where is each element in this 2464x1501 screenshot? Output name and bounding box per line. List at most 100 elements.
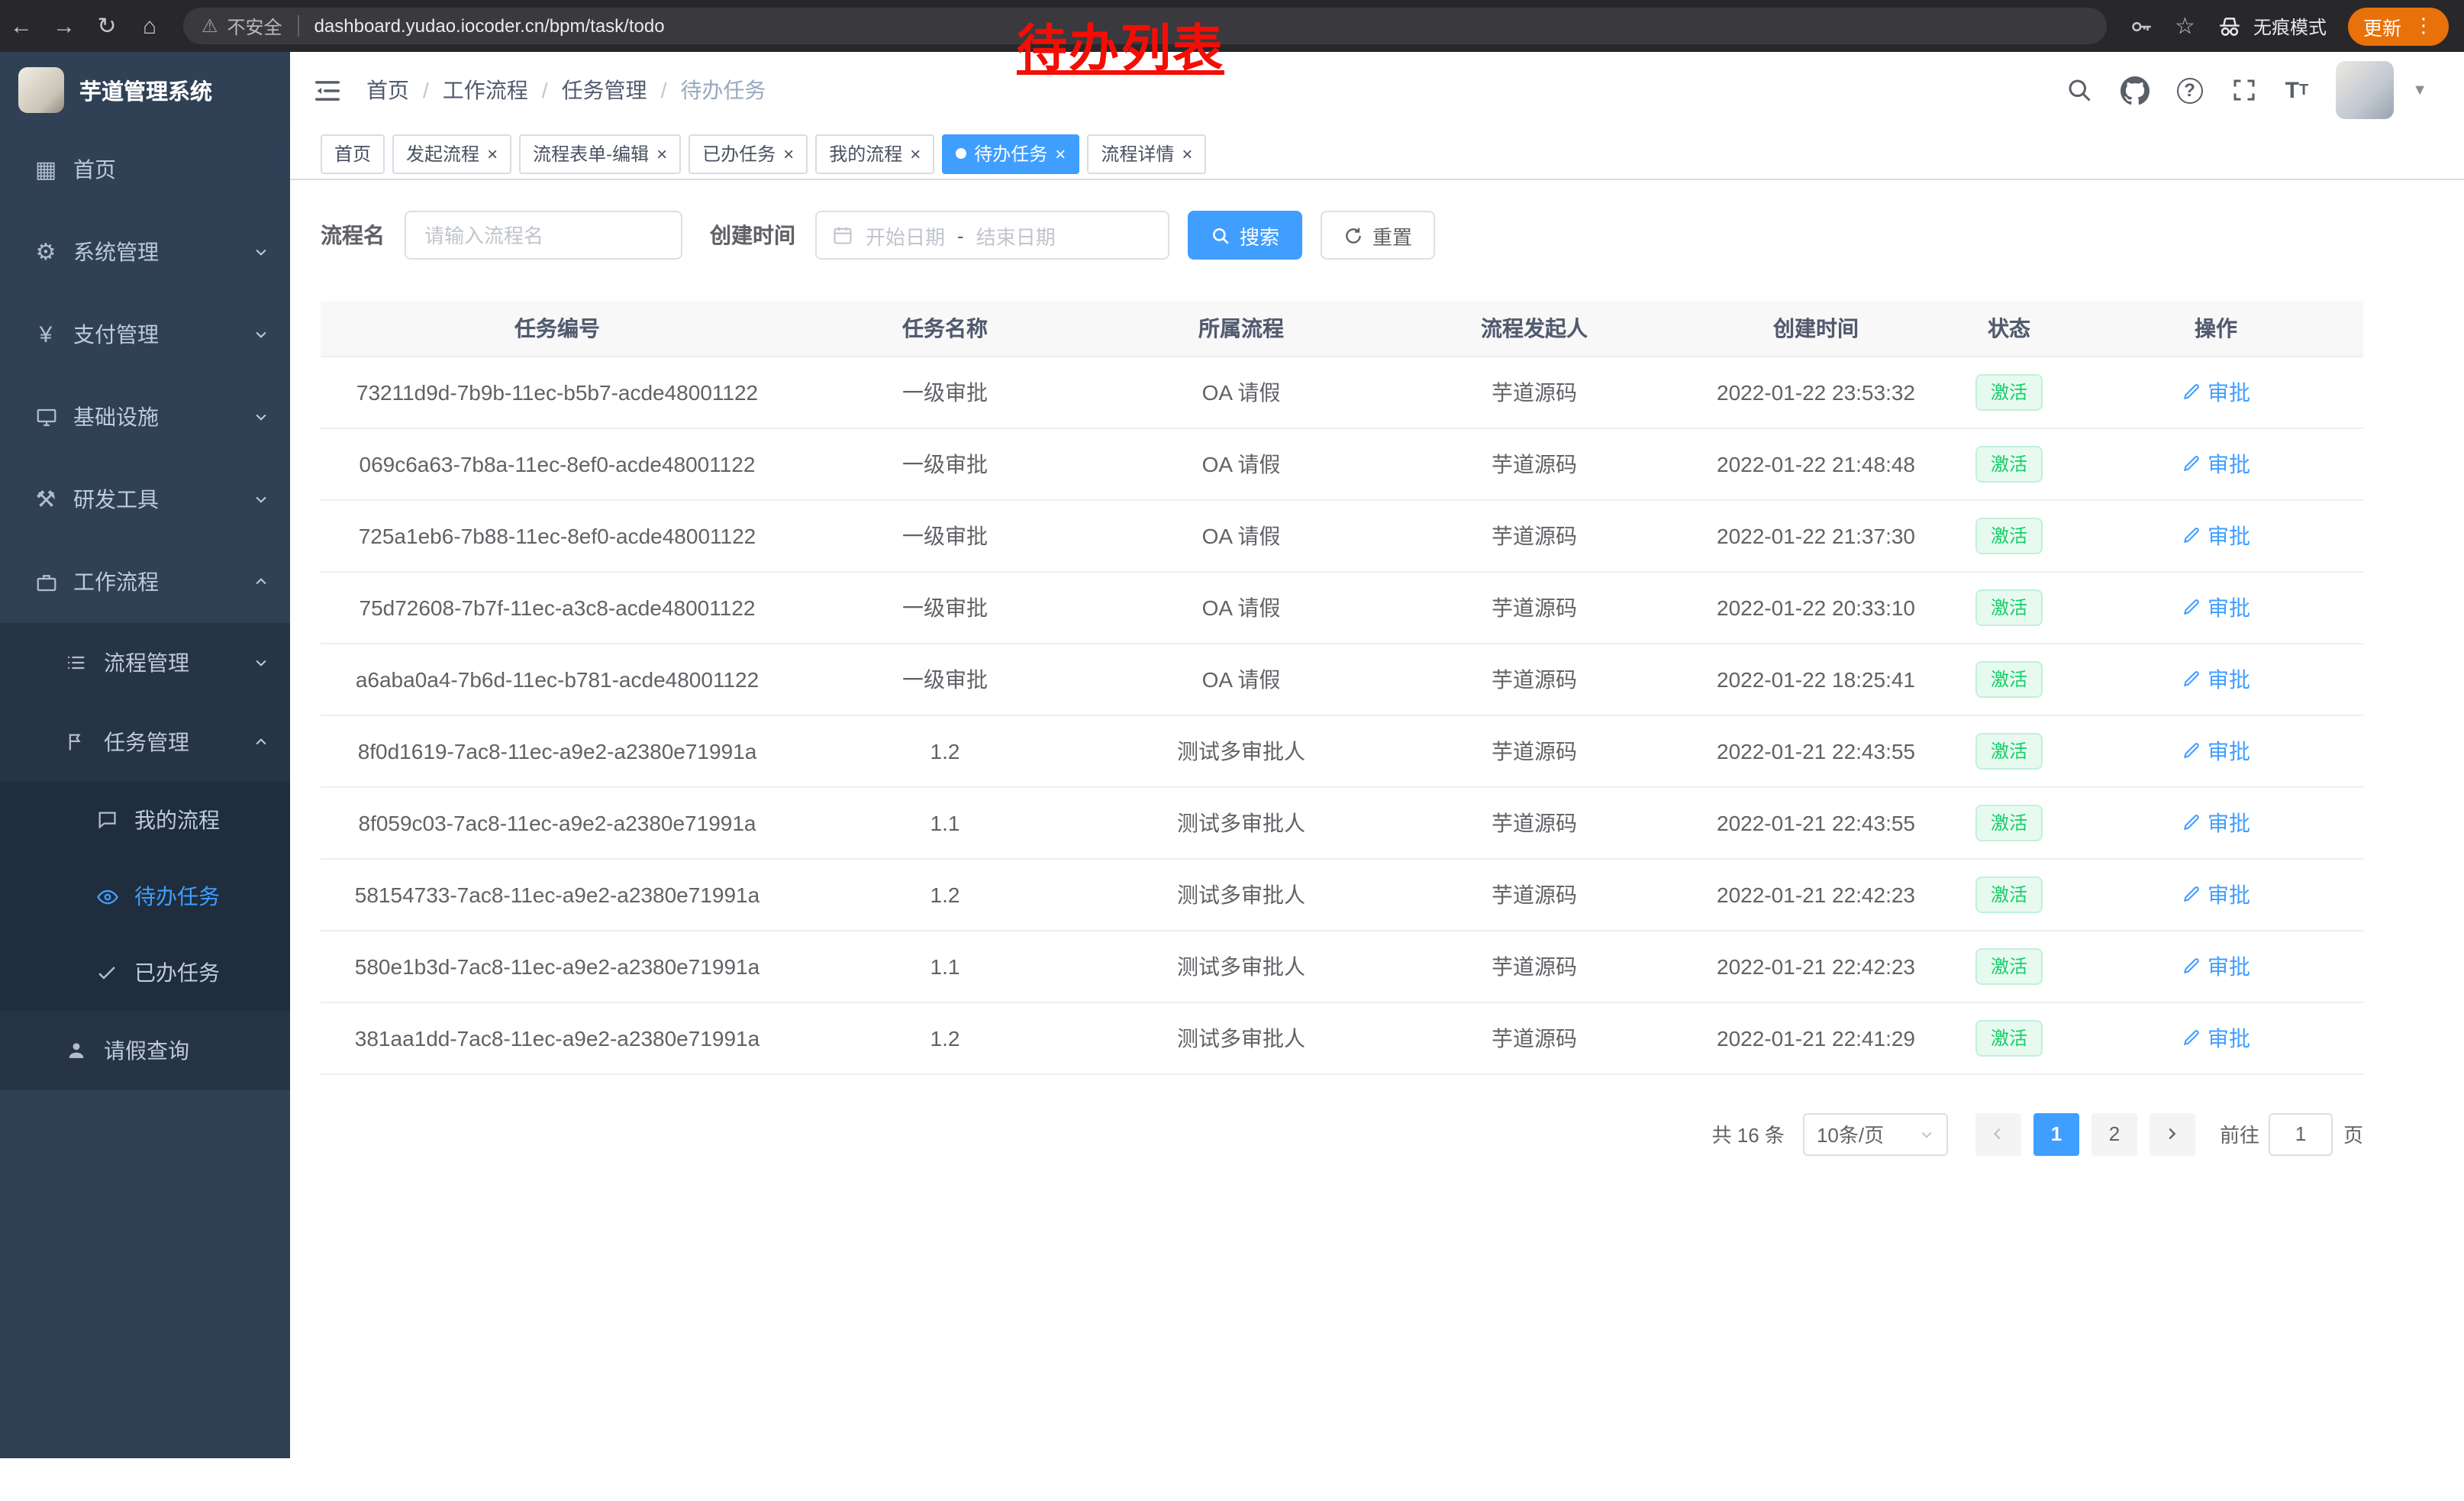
sidebar-item-leave-query[interactable]: 请假查询 [0, 1011, 290, 1090]
edit-icon [2182, 525, 2201, 545]
update-label: 更新 [2363, 11, 2401, 40]
incognito-label: 无痕模式 [2253, 13, 2327, 39]
table-row: 8f059c03-7ac8-11ec-a9e2-a2380e71991a1.1测… [321, 786, 2363, 858]
edit-icon [2182, 812, 2201, 832]
page-jump-input[interactable] [2269, 1112, 2333, 1155]
user-avatar[interactable] [2336, 61, 2394, 119]
sidebar-collapse-icon[interactable] [313, 76, 342, 105]
page-size-select[interactable]: 10条/页 [1803, 1112, 1948, 1155]
chevron-down-icon [253, 409, 269, 424]
dashboard-icon: ▦ [31, 156, 61, 183]
search-button[interactable]: 搜索 [1188, 211, 1302, 260]
chevron-right-icon [2164, 1125, 2181, 1142]
chrome-update-button[interactable]: 更新 ⋮ [2348, 7, 2449, 45]
home-button[interactable]: ⌂ [128, 13, 171, 39]
github-icon[interactable] [2121, 76, 2150, 105]
calendar-icon [832, 224, 853, 246]
bookmark-star-icon[interactable]: ☆ [2175, 12, 2195, 40]
close-icon[interactable]: × [1055, 144, 1066, 163]
page-button-1[interactable]: 1 [2033, 1112, 2079, 1155]
close-icon[interactable]: × [910, 144, 921, 163]
breadcrumb-workflow[interactable]: 工作流程 [443, 75, 528, 105]
approve-button[interactable]: 审批 [2182, 520, 2250, 550]
sidebar-item-task-management[interactable]: 任务管理 [0, 702, 290, 782]
chat-icon [92, 809, 122, 831]
tab-process-form-edit[interactable]: 流程表单-编辑 × [519, 134, 681, 173]
back-button[interactable]: ← [0, 13, 43, 39]
prev-page-button[interactable] [1975, 1112, 2021, 1155]
eye-icon [92, 885, 122, 908]
page-button-2[interactable]: 2 [2091, 1112, 2137, 1155]
edit-icon [2182, 597, 2201, 617]
tab-my-processes[interactable]: 我的流程 × [815, 134, 934, 173]
refresh-button[interactable]: ↻ [85, 12, 128, 40]
edit-icon [2182, 382, 2201, 402]
close-icon[interactable]: × [783, 144, 794, 163]
col-create-time: 创建时间 [1682, 301, 1950, 356]
annotation-overlay: 待办列表 [1017, 8, 1224, 81]
process-list-icon [61, 652, 92, 673]
tab-done-tasks[interactable]: 已办任务 × [689, 134, 808, 173]
approve-button[interactable]: 审批 [2182, 807, 2250, 838]
edit-icon [2182, 1028, 2201, 1047]
password-key-icon[interactable] [2127, 13, 2153, 39]
next-page-button[interactable] [2150, 1112, 2195, 1155]
payment-icon: ¥ [31, 321, 61, 347]
sidebar: 芋道管理系统 ▦ 首页 ⚙ 系统管理 ¥ 支付管理 基础设施 ⚒ 研发工具 [0, 52, 290, 1458]
sidebar-item-workflow[interactable]: 工作流程 [0, 541, 290, 623]
header-actions: ? TT ▼ [2066, 61, 2464, 119]
col-task-name: 任务名称 [794, 301, 1096, 356]
close-icon[interactable]: × [1182, 144, 1192, 163]
reset-button[interactable]: 重置 [1321, 211, 1435, 260]
font-size-icon[interactable]: TT [2285, 77, 2309, 103]
sidebar-item-infrastructure[interactable]: 基础设施 [0, 376, 290, 458]
edit-icon [2182, 741, 2201, 760]
status-badge: 激活 [1975, 660, 2043, 697]
close-icon[interactable]: × [487, 144, 498, 163]
user-icon [61, 1040, 92, 1061]
task-icon [61, 731, 92, 753]
sidebar-item-todo-tasks[interactable]: 待办任务 [0, 858, 290, 934]
date-range-picker[interactable]: 开始日期 - 结束日期 [815, 211, 1169, 260]
forward-button[interactable]: → [43, 13, 85, 39]
sidebar-item-devtools[interactable]: ⚒ 研发工具 [0, 458, 290, 541]
table-row: 580e1b3d-7ac8-11ec-a9e2-a2380e71991a1.1测… [321, 930, 2363, 1002]
chevron-down-icon [253, 244, 269, 260]
status-badge: 激活 [1975, 947, 2043, 984]
tab-start-process[interactable]: 发起流程 × [392, 134, 511, 173]
sidebar-item-home[interactable]: ▦ 首页 [0, 128, 290, 211]
approve-button[interactable]: 审批 [2182, 879, 2250, 909]
tab-home[interactable]: 首页 [321, 134, 385, 173]
chevron-down-icon [253, 492, 269, 507]
approve-button[interactable]: 审批 [2182, 951, 2250, 981]
avatar-caret-down-icon[interactable]: ▼ [2412, 82, 2427, 98]
process-name-input[interactable] [405, 211, 682, 260]
help-icon[interactable]: ? [2177, 77, 2203, 103]
approve-button[interactable]: 审批 [2182, 376, 2250, 407]
chevron-down-icon [253, 327, 269, 342]
tab-process-detail[interactable]: 流程详情 × [1087, 134, 1206, 173]
approve-button[interactable]: 审批 [2182, 663, 2250, 694]
approve-button[interactable]: 审批 [2182, 735, 2250, 766]
sidebar-item-payment[interactable]: ¥ 支付管理 [0, 293, 290, 376]
close-icon[interactable]: × [656, 144, 667, 163]
search-icon [1211, 225, 1230, 245]
omnibox-divider [298, 15, 299, 37]
incognito-badge[interactable]: 无痕模式 [2217, 13, 2327, 39]
approve-button[interactable]: 审批 [2182, 448, 2250, 479]
breadcrumb-task-management[interactable]: 任务管理 [562, 75, 647, 105]
sidebar-item-done-tasks[interactable]: 已办任务 [0, 934, 290, 1011]
approve-button[interactable]: 审批 [2182, 1022, 2250, 1053]
search-icon[interactable] [2066, 76, 2093, 104]
fullscreen-icon[interactable] [2230, 76, 2258, 104]
sidebar-item-process-management[interactable]: 流程管理 [0, 623, 290, 702]
sidebar-item-my-processes[interactable]: 我的流程 [0, 782, 290, 858]
sidebar-item-system[interactable]: ⚙ 系统管理 [0, 211, 290, 293]
col-starter: 流程发起人 [1386, 301, 1682, 356]
tab-todo-tasks[interactable]: 待办任务 × [942, 134, 1079, 173]
infrastructure-icon [31, 405, 61, 428]
status-badge: 激活 [1975, 1019, 2043, 1056]
approve-button[interactable]: 审批 [2182, 592, 2250, 622]
kebab-menu-icon[interactable]: ⋮ [2414, 14, 2433, 38]
breadcrumb-home[interactable]: 首页 [366, 75, 409, 105]
